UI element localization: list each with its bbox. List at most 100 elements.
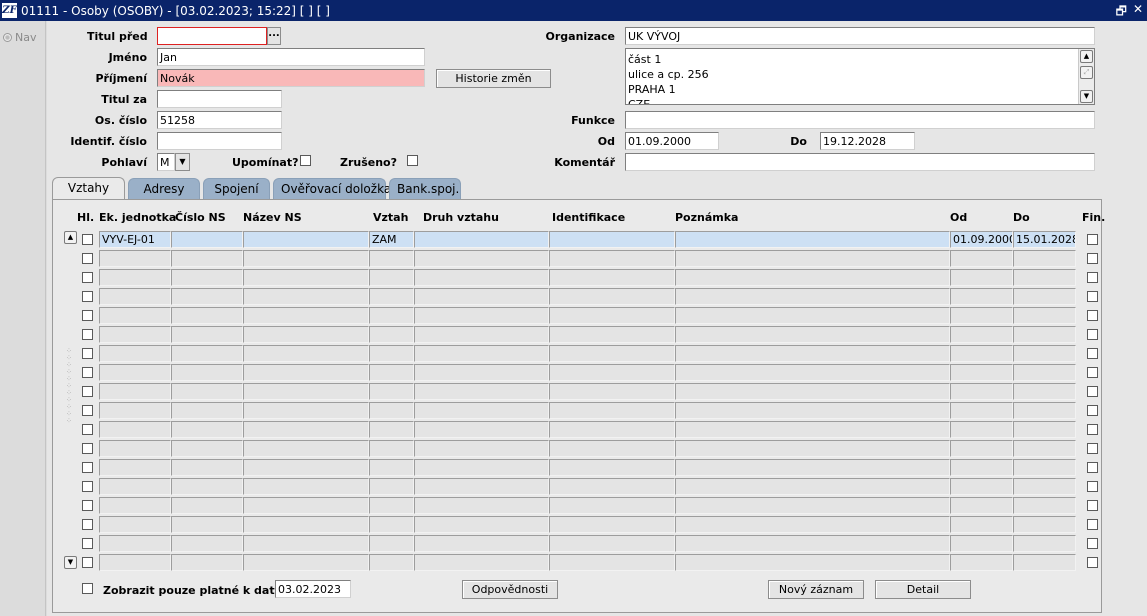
- grid-cell[interactable]: ZAM: [369, 231, 414, 248]
- grid-cell[interactable]: [414, 383, 549, 400]
- grid-cell[interactable]: [1013, 269, 1076, 286]
- grid-cell[interactable]: [549, 250, 675, 267]
- grid-cell[interactable]: [243, 421, 369, 438]
- grid-cell[interactable]: [414, 535, 549, 552]
- grid-cell[interactable]: [549, 535, 675, 552]
- tab-overovaci-dolozka[interactable]: Ověřovací doložka: [273, 178, 391, 199]
- grid-cell[interactable]: [549, 383, 675, 400]
- fin-checkbox[interactable]: [1087, 272, 1098, 283]
- zruseno-checkbox[interactable]: [407, 155, 418, 166]
- grid-cell[interactable]: [414, 516, 549, 533]
- grid-cell[interactable]: [171, 535, 243, 552]
- grid-cell[interactable]: [950, 516, 1013, 533]
- hl-checkbox[interactable]: [82, 443, 93, 454]
- grid-cell[interactable]: [675, 459, 950, 476]
- grid-cell[interactable]: [243, 288, 369, 305]
- hl-checkbox[interactable]: [82, 253, 93, 264]
- grid-scroll-up-icon[interactable]: ▲: [64, 231, 77, 244]
- grid-cell[interactable]: [171, 440, 243, 457]
- tab-vztahy[interactable]: Vztahy: [52, 177, 125, 200]
- grid-cell[interactable]: [1013, 440, 1076, 457]
- grid-cell[interactable]: [549, 307, 675, 324]
- tab-bank-spoj[interactable]: Bank.spoj.: [389, 178, 461, 199]
- grid-cell[interactable]: [171, 269, 243, 286]
- grid-cell[interactable]: [950, 440, 1013, 457]
- grid-cell[interactable]: [171, 326, 243, 343]
- grid-cell[interactable]: [99, 307, 171, 324]
- grid-cell[interactable]: [549, 421, 675, 438]
- grid-cell[interactable]: [675, 402, 950, 419]
- titul-pred-input[interactable]: [157, 27, 267, 45]
- grid-cell[interactable]: [1013, 402, 1076, 419]
- grid-cell[interactable]: [414, 288, 549, 305]
- titul-pred-lookup-button[interactable]: ...: [267, 27, 281, 45]
- grid-cell[interactable]: [99, 497, 171, 514]
- grid-cell[interactable]: [1013, 250, 1076, 267]
- grid-cell[interactable]: [369, 478, 414, 495]
- grid-cell[interactable]: [243, 269, 369, 286]
- grid-cell[interactable]: 01.09.2000: [950, 231, 1013, 248]
- grid-cell[interactable]: [675, 478, 950, 495]
- grid-cell[interactable]: [1013, 364, 1076, 381]
- grid-cell[interactable]: [675, 307, 950, 324]
- grid-cell[interactable]: [99, 402, 171, 419]
- grid-cell[interactable]: [369, 326, 414, 343]
- grid-cell[interactable]: [171, 402, 243, 419]
- grid-cell[interactable]: [369, 383, 414, 400]
- grid-cell[interactable]: [171, 364, 243, 381]
- hl-checkbox[interactable]: [82, 329, 93, 340]
- grid-cell[interactable]: [414, 478, 549, 495]
- grid-cell[interactable]: [1013, 288, 1076, 305]
- hl-checkbox[interactable]: [82, 462, 93, 473]
- fin-checkbox[interactable]: [1087, 519, 1098, 530]
- grid-cell[interactable]: [243, 478, 369, 495]
- grid-cell[interactable]: [1013, 345, 1076, 362]
- grid-cell[interactable]: [369, 516, 414, 533]
- grid-cell[interactable]: [1013, 421, 1076, 438]
- grid-cell[interactable]: [950, 288, 1013, 305]
- tab-spojeni[interactable]: Spojení: [203, 178, 270, 199]
- grid-cell[interactable]: [950, 250, 1013, 267]
- grid-cell[interactable]: [369, 288, 414, 305]
- grid-cell[interactable]: [950, 345, 1013, 362]
- grid-cell[interactable]: [99, 288, 171, 305]
- funkce-input[interactable]: [625, 111, 1095, 129]
- grid-cell[interactable]: [675, 231, 950, 248]
- fin-checkbox[interactable]: [1087, 538, 1098, 549]
- grid-cell[interactable]: [950, 421, 1013, 438]
- grid-cell[interactable]: [549, 345, 675, 362]
- grid-cell[interactable]: [243, 383, 369, 400]
- grid-cell[interactable]: [675, 288, 950, 305]
- grid-cell[interactable]: [171, 478, 243, 495]
- platne-k-datu-input[interactable]: 03.02.2023: [275, 580, 351, 598]
- hl-checkbox[interactable]: [82, 519, 93, 530]
- fin-checkbox[interactable]: [1087, 291, 1098, 302]
- grid-cell[interactable]: [414, 459, 549, 476]
- fin-checkbox[interactable]: [1087, 348, 1098, 359]
- grid-cell[interactable]: [369, 364, 414, 381]
- od-input[interactable]: 01.09.2000: [625, 132, 719, 150]
- close-window-icon[interactable]: ✕: [1133, 2, 1143, 23]
- grid-cell[interactable]: [99, 364, 171, 381]
- hl-checkbox[interactable]: [82, 310, 93, 321]
- grid-cell[interactable]: [414, 326, 549, 343]
- fin-checkbox[interactable]: [1087, 443, 1098, 454]
- grid-cell[interactable]: [171, 250, 243, 267]
- grid-cell[interactable]: [171, 288, 243, 305]
- fin-checkbox[interactable]: [1087, 557, 1098, 568]
- grid-cell[interactable]: [1013, 383, 1076, 400]
- grid-cell[interactable]: [675, 326, 950, 343]
- grid-cell[interactable]: [171, 345, 243, 362]
- grid-cell[interactable]: 15.01.2028: [1013, 231, 1076, 248]
- grid-cell[interactable]: [1013, 459, 1076, 476]
- grid-scroll-down-icon[interactable]: ▼: [64, 556, 77, 569]
- organizace-input[interactable]: UK VÝVOJ: [625, 27, 1095, 45]
- nav-button[interactable]: Nav: [3, 31, 36, 44]
- hl-checkbox[interactable]: [82, 291, 93, 302]
- grid-cell[interactable]: [414, 554, 549, 571]
- grid-cell[interactable]: [171, 554, 243, 571]
- grid-cell[interactable]: [414, 269, 549, 286]
- grid-cell[interactable]: [369, 459, 414, 476]
- fin-checkbox[interactable]: [1087, 405, 1098, 416]
- grid-cell[interactable]: [950, 402, 1013, 419]
